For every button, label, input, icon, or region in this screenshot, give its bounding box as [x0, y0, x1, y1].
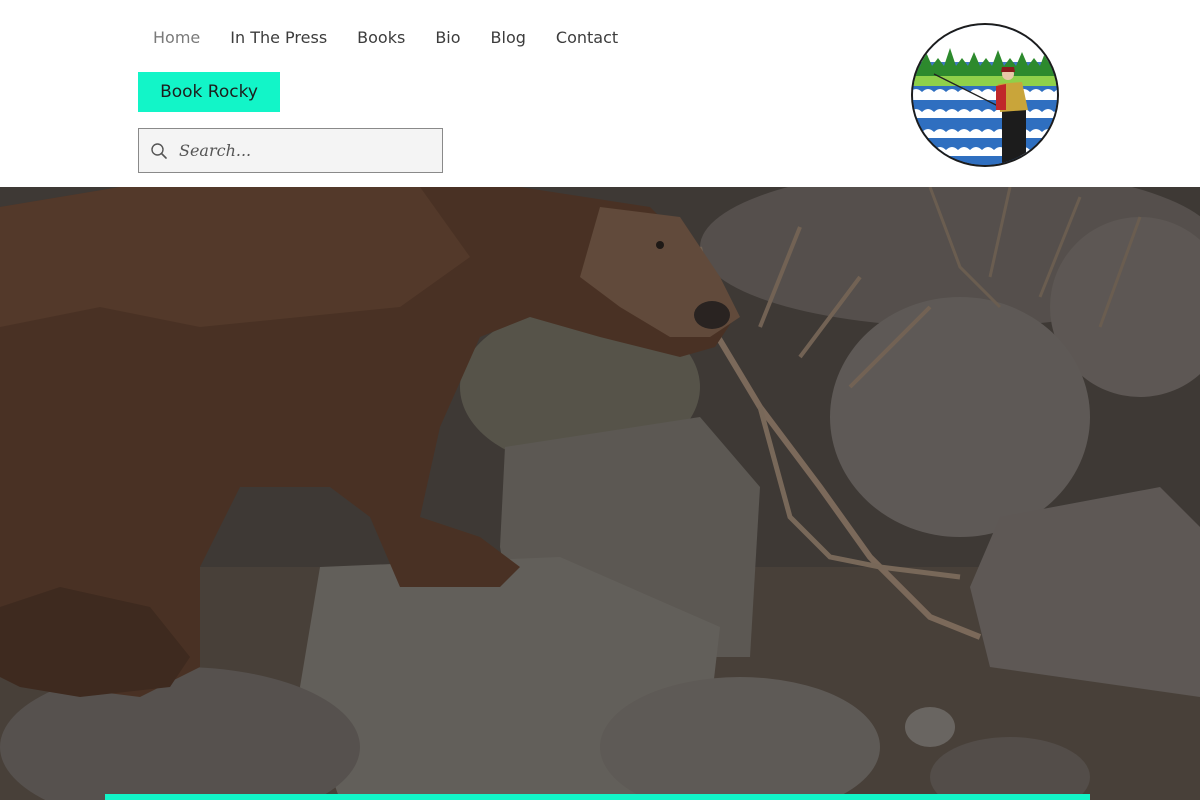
- hero-image: [0, 187, 1200, 800]
- nav-item-in-the-press[interactable]: In The Press: [215, 24, 342, 52]
- main-nav: Home In The Press Books Bio Blog Contact: [138, 24, 633, 52]
- nav-item-blog[interactable]: Blog: [476, 24, 541, 52]
- search-input[interactable]: [179, 130, 434, 171]
- book-rocky-button[interactable]: Book Rocky: [138, 72, 280, 112]
- search-icon[interactable]: [139, 129, 179, 172]
- site-header: Home In The Press Books Bio Blog Contact…: [0, 0, 1200, 187]
- nav-item-home[interactable]: Home: [138, 24, 215, 52]
- nav-item-bio[interactable]: Bio: [420, 24, 475, 52]
- accent-bar: [105, 794, 1090, 800]
- search-box[interactable]: [138, 128, 443, 173]
- nav-item-contact[interactable]: Contact: [541, 24, 633, 52]
- nav-item-books[interactable]: Books: [342, 24, 420, 52]
- hero-overlay: [0, 187, 1200, 800]
- fisherman-logo-icon[interactable]: [910, 22, 1060, 168]
